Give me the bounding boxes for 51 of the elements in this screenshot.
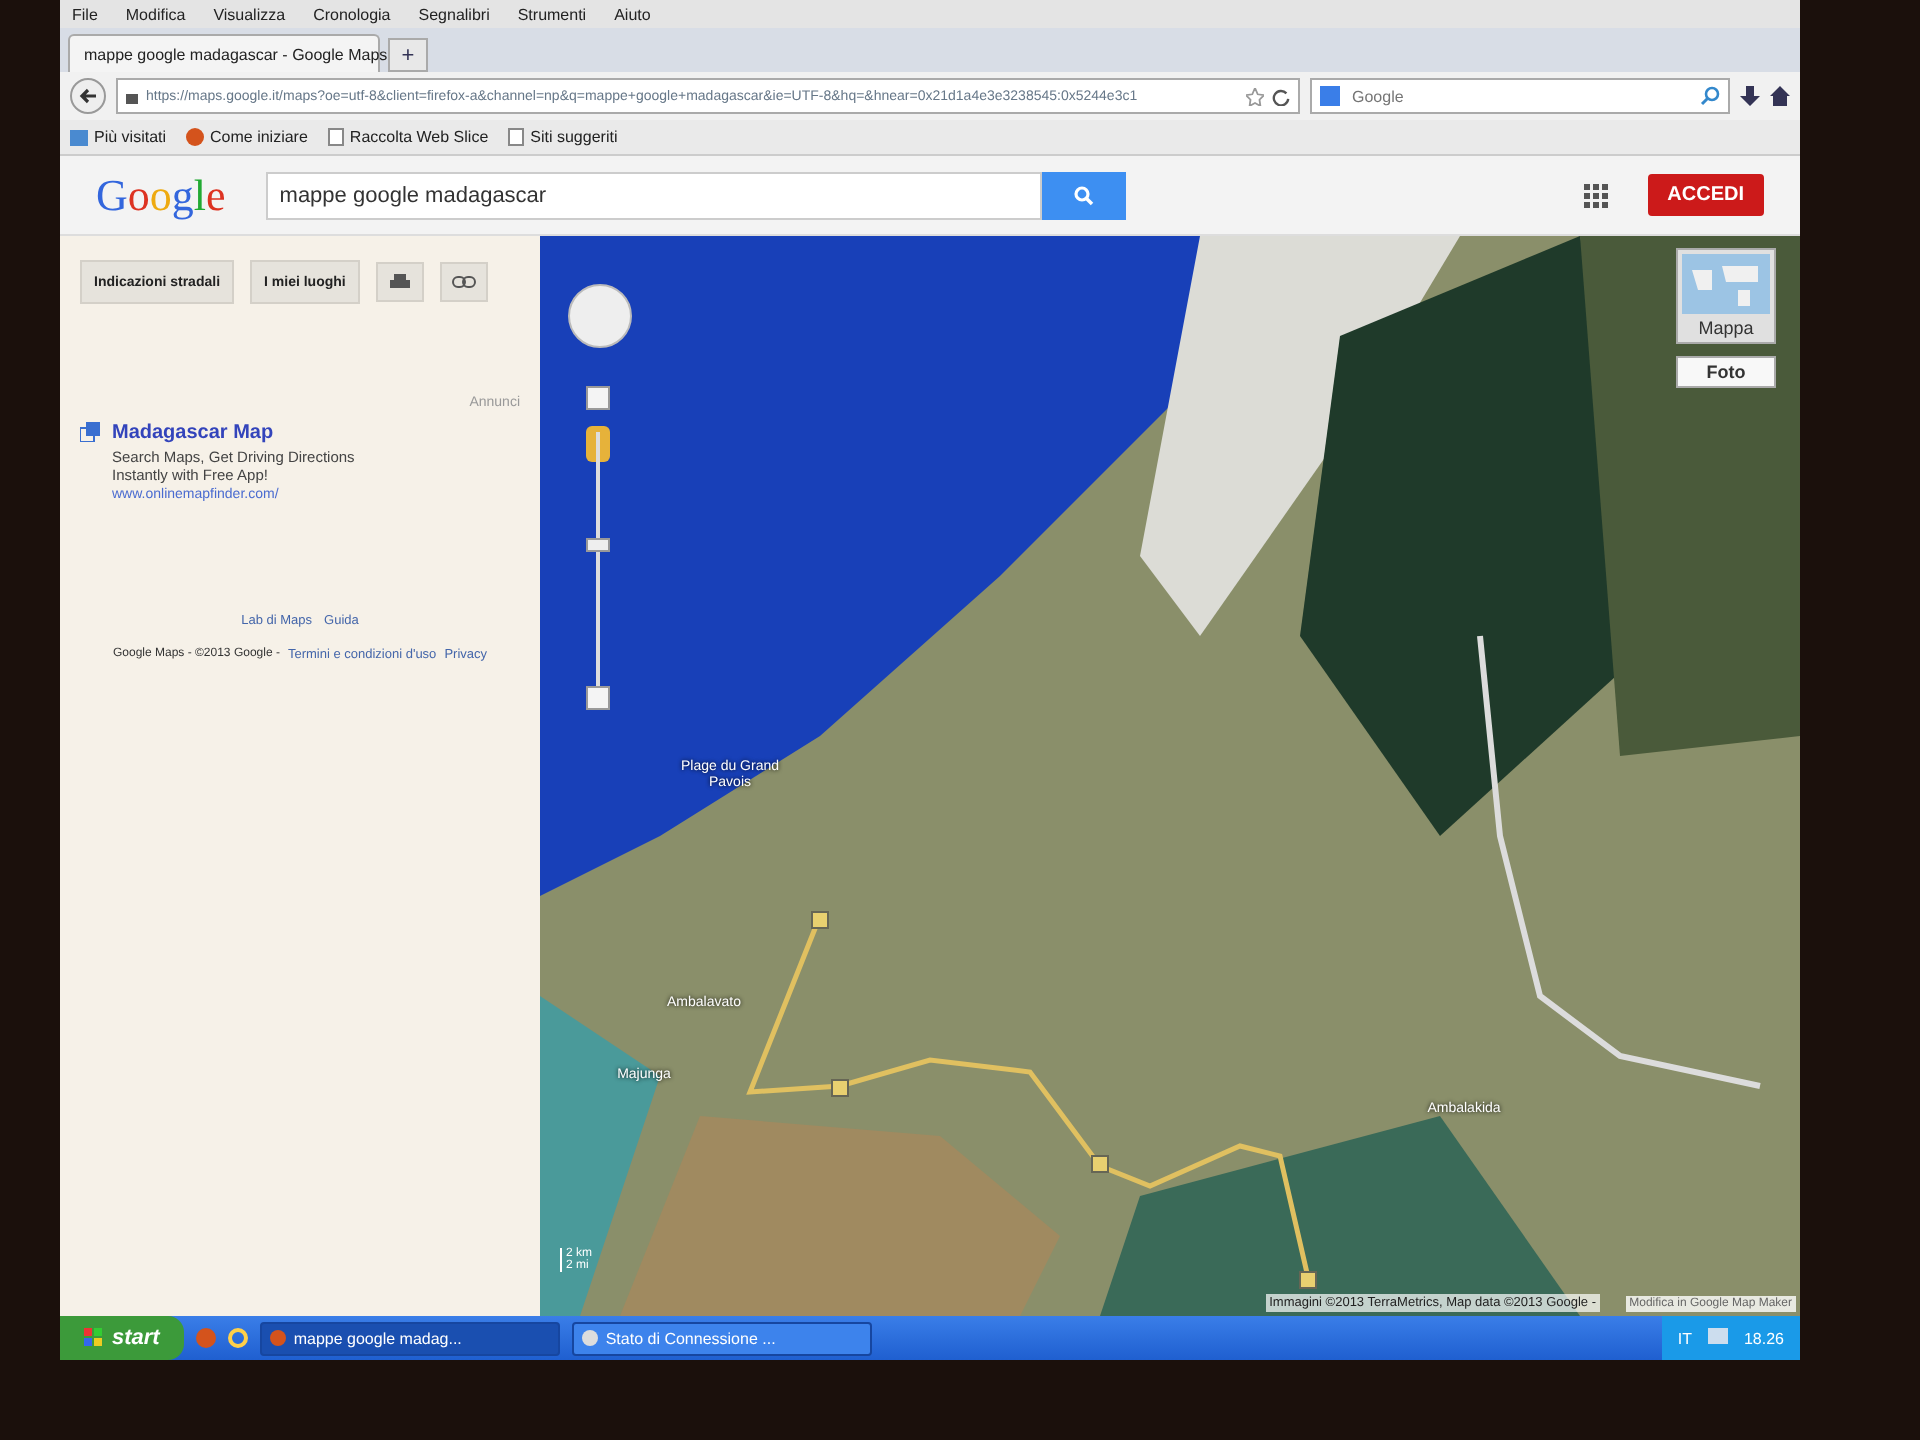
world-map-icon (1682, 254, 1770, 314)
printer-icon (389, 273, 410, 291)
search-icon[interactable] (1700, 86, 1720, 106)
reload-icon[interactable] (1272, 87, 1290, 105)
map-type-button[interactable]: Mappa (1676, 248, 1776, 344)
link-button[interactable] (439, 262, 488, 302)
menu-item[interactable]: Segnalibri (418, 5, 490, 23)
zoom-out-button[interactable] (586, 686, 610, 710)
menu-item[interactable]: Modifica (125, 5, 186, 23)
bookmark[interactable]: Raccolta Web Slice (327, 128, 489, 146)
start-button[interactable]: start (60, 1316, 184, 1360)
ad-icon (80, 422, 100, 442)
taskbar-window-button[interactable]: mappe google madag... (259, 1321, 560, 1355)
back-arrow-icon (78, 86, 98, 106)
search-field[interactable]: mappe google madagascar (265, 171, 1042, 219)
ad-title-link[interactable]: Madagascar Map (112, 422, 392, 444)
search-bar[interactable]: Google (1310, 78, 1730, 114)
new-tab-button[interactable]: + (388, 38, 428, 72)
menu-item[interactable]: Cronologia (313, 5, 391, 23)
logo[interactable]: Google (96, 169, 226, 221)
star-icon[interactable] (1246, 87, 1264, 105)
menu-item[interactable]: File (72, 5, 98, 23)
search-button[interactable] (1041, 171, 1126, 219)
satellite-map-drawing[interactable] (540, 236, 1800, 1316)
back-button[interactable] (70, 78, 106, 114)
lock-icon (126, 88, 138, 104)
zoom-in-button[interactable] (586, 386, 610, 410)
window-icon (269, 1330, 286, 1346)
quick-launch-icon[interactable] (227, 1328, 248, 1348)
windows-logo-icon (84, 1328, 104, 1348)
bookmark[interactable]: Come iniziare (186, 128, 308, 146)
home-icon[interactable] (1770, 86, 1790, 106)
taskbar-window-button[interactable]: Stato di Connessione ... (571, 1321, 872, 1355)
search-engine-icon (1320, 86, 1340, 106)
search-icon (1073, 185, 1094, 205)
download-icon[interactable] (1740, 86, 1760, 106)
link-icon (451, 276, 476, 288)
search-input[interactable]: Google (1348, 85, 1692, 107)
menu-item[interactable]: Strumenti (517, 5, 587, 23)
folder-icon (70, 129, 88, 145)
apps-grid-icon[interactable] (1583, 183, 1608, 207)
page-icon (508, 128, 525, 146)
bookmark[interactable]: Siti suggeriti (508, 128, 618, 146)
bookmark[interactable]: Più visitati (70, 128, 167, 146)
print-button[interactable] (375, 262, 424, 302)
window-icon (581, 1330, 598, 1346)
page-icon (327, 128, 344, 146)
menu-item[interactable]: Aiuto (614, 5, 651, 23)
map-type-button[interactable]: Foto (1676, 356, 1776, 388)
sign-in-button[interactable]: ACCEDI (1647, 174, 1764, 216)
menu-item[interactable]: Visualizza (213, 5, 286, 23)
